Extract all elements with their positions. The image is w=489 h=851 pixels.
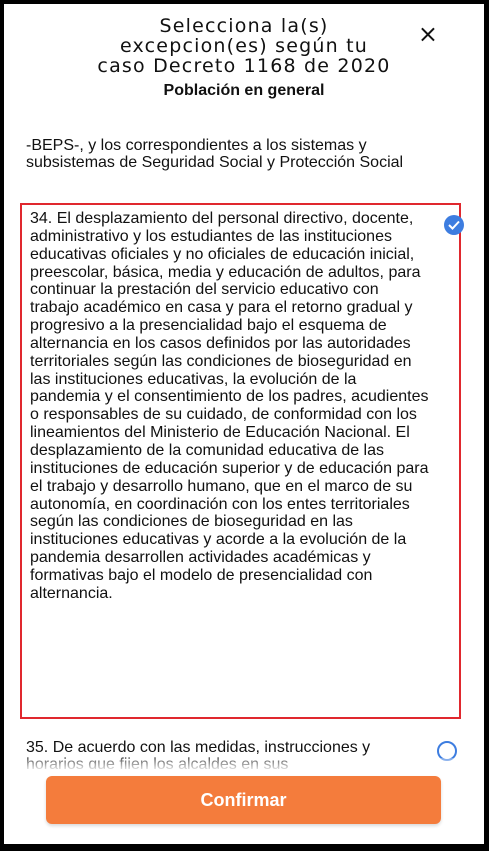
list-item-34[interactable]: 34. El desplazamiento del personal direc… bbox=[20, 203, 464, 719]
checkmark-icon[interactable] bbox=[444, 215, 464, 235]
dialog-header: Selecciona la(s) excepcion(es) según tu … bbox=[4, 16, 484, 100]
exceptions-dialog: Selecciona la(s) excepcion(es) según tu … bbox=[4, 4, 484, 844]
close-icon[interactable]: × bbox=[418, 22, 438, 46]
confirm-button[interactable]: Confirmar bbox=[46, 776, 441, 824]
list-item-partial-top: -BEPS-, y los correspondientes a los sis… bbox=[26, 137, 404, 171]
dialog-subtitle: Población en general bbox=[163, 82, 325, 99]
scroll-fade bbox=[4, 758, 484, 772]
list-item-text: 34. El desplazamiento del personal direc… bbox=[30, 210, 429, 602]
dialog-title: Selecciona la(s) excepcion(es) según tu … bbox=[97, 15, 391, 77]
